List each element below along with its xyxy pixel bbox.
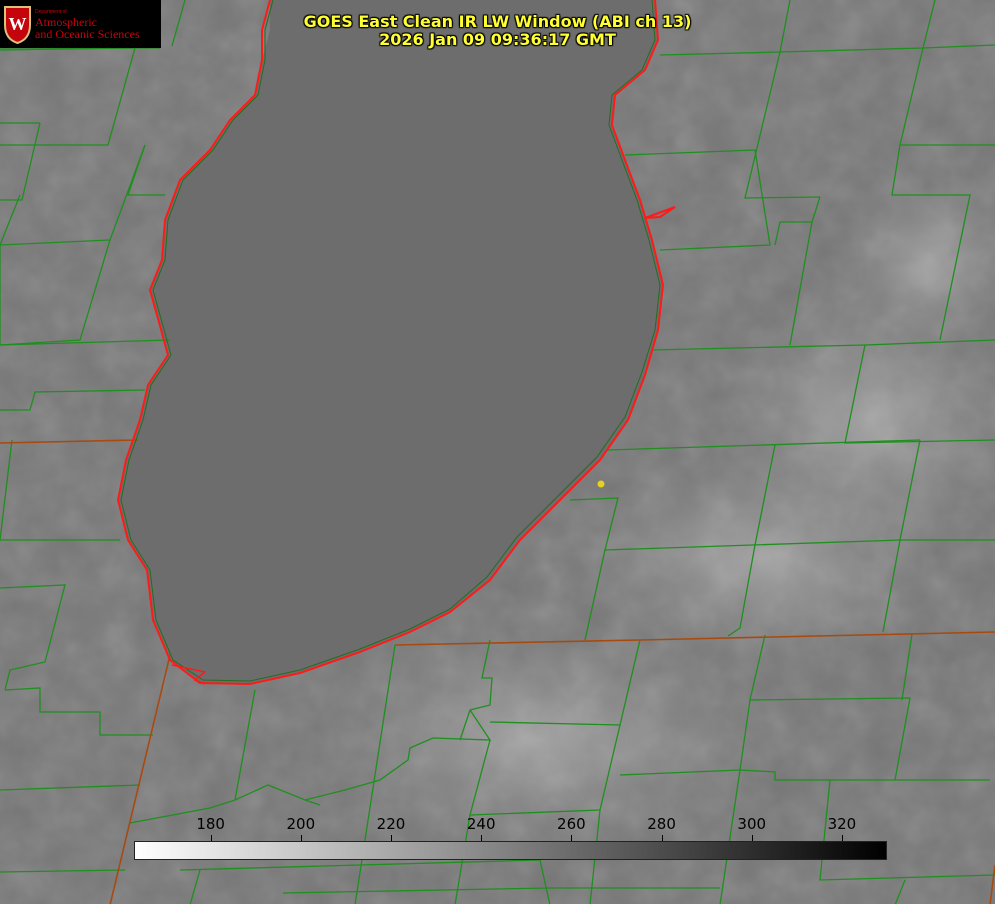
colorbar-tick-mark: [571, 835, 573, 841]
temperature-colorbar: [134, 841, 887, 860]
location-marker[interactable]: [597, 480, 605, 488]
colorbar-tick-label: 300: [737, 815, 767, 833]
colorbar-tick-mark: [210, 835, 212, 841]
colorbar-tick-label: 180: [196, 815, 225, 833]
colorbar-tick-mark: [661, 835, 663, 841]
colorbar-tick-mark: [751, 835, 753, 841]
colorbar-tick-label: 200: [286, 815, 316, 833]
crest-letter: W: [9, 14, 27, 34]
colorbar-tick-label: 280: [647, 815, 676, 833]
colorbar-tick-label: 220: [376, 815, 406, 833]
colorbar-tick-label: 260: [557, 815, 586, 833]
colorbar-tick-mark: [841, 835, 843, 841]
aos-logo[interactable]: W Department of Atmospheric and Oceanic …: [0, 0, 161, 48]
colorbar-tick-mark: [481, 835, 483, 841]
colorbar-tick-label: 240: [466, 815, 496, 833]
logo-line2: and Oceanic Sciences: [35, 27, 140, 41]
colorbar-tick-mark: [300, 835, 302, 841]
satellite-image-viewer: GOES East Clean IR LW Window (ABI ch 13)…: [0, 0, 995, 904]
uw-crest-icon: W: [4, 6, 31, 45]
colorbar-tick-mark: [391, 835, 392, 841]
satellite-map: [0, 0, 995, 904]
colorbar-tick-label: 320: [827, 815, 857, 833]
